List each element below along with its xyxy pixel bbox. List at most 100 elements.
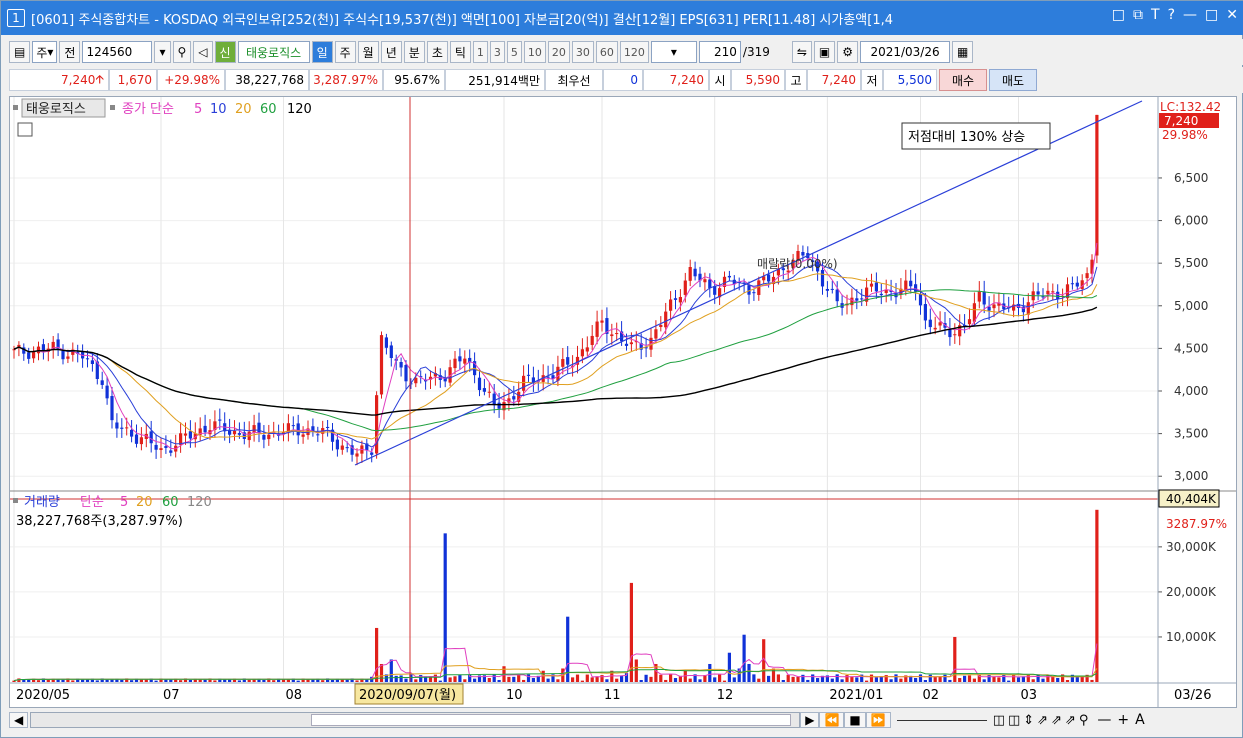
period-month[interactable]: 월 — [357, 41, 379, 63]
total-count: /319 — [742, 45, 770, 59]
chart-svg[interactable]: 3,000 3,500 4,000 4,500 5,000 5,500 6,000 6,500… — [10, 97, 1236, 707]
close-icon[interactable]: ✕ — [1226, 7, 1238, 23]
candle-body — [110, 396, 114, 421]
volume-bar — [644, 674, 648, 682]
candle-body — [326, 426, 330, 428]
candle-body — [296, 423, 300, 436]
dropdown-icon[interactable]: ▾ — [154, 41, 171, 63]
quote-bar: 7,240 🡩 1,670 +29.98% 38,227,768 3,287.97… — [1, 67, 1243, 93]
mode-select[interactable]: 주 ▾ — [32, 41, 58, 63]
maximize-icon[interactable]: □ — [1205, 7, 1218, 23]
interval-10[interactable]: 10 — [523, 41, 546, 63]
count-input[interactable]: 210 — [698, 41, 741, 63]
volume-bar — [164, 679, 168, 682]
candle-body — [203, 425, 207, 433]
prev-button[interactable]: 전 — [59, 41, 81, 63]
tool-icons[interactable]: ◫◫⇕⇗⇗⇗⚲ — [993, 713, 1092, 728]
scroll-thumb[interactable] — [311, 714, 792, 726]
candle-body — [1026, 302, 1030, 315]
rewind-icon[interactable]: ⏪ — [819, 712, 845, 728]
period-tick[interactable]: 틱 — [449, 41, 471, 63]
volume-bar — [580, 680, 584, 682]
volume-bar — [673, 678, 678, 682]
chart-window: 1 [0601] 주식종합차트 - KOSDAQ 외국인보유[252(천)] 주… — [0, 0, 1243, 738]
compare-icon[interactable]: ⇋ — [791, 41, 812, 63]
help-icon[interactable]: ? — [1168, 7, 1175, 23]
screen-icon[interactable]: ▤ — [9, 41, 31, 63]
minimize-icon[interactable]: — — [1183, 7, 1197, 23]
period-day[interactable]: 일 — [311, 41, 333, 63]
period-minute[interactable]: 분 — [403, 41, 425, 63]
candle-body — [335, 439, 339, 450]
zoom-in-icon[interactable]: + — [1117, 712, 1129, 728]
volume-value: 38,227,768 — [225, 69, 309, 91]
gear-icon[interactable]: ⚙ — [837, 41, 859, 63]
candle-body — [267, 434, 271, 440]
zoom-out-icon[interactable]: — — [1097, 712, 1111, 728]
chart-area[interactable]: 3,000 3,500 4,000 4,500 5,000 5,500 6,000 6,500… — [9, 96, 1237, 708]
font-size-icon[interactable]: A — [1135, 712, 1145, 728]
volume-bar — [188, 679, 192, 682]
period-week[interactable]: 주 — [334, 41, 356, 63]
interval-1[interactable]: 1 — [472, 41, 488, 63]
calendar-icon[interactable]: ▦ — [952, 41, 974, 63]
date-input[interactable]: 2021/03/26 — [860, 41, 951, 63]
candle-body — [664, 311, 668, 328]
font-icon[interactable]: T — [1151, 7, 1160, 23]
volume-bar — [379, 663, 384, 682]
volume-bar — [473, 678, 477, 682]
volume-bar — [767, 675, 771, 682]
zoom-slider[interactable] — [896, 719, 987, 721]
price-tick-label: 5,000 — [1174, 299, 1208, 313]
period-year[interactable]: 년 — [380, 41, 402, 63]
search-icon[interactable]: ⚲ — [172, 41, 192, 63]
candle-body — [139, 437, 143, 445]
candle-body — [566, 357, 570, 365]
end-date: 03/26 — [1174, 688, 1211, 703]
title-icons: □ ⧉ T ? — □ ✕ — [1112, 7, 1238, 23]
interval-120[interactable]: 120 — [619, 41, 649, 63]
period-second[interactable]: 초 — [426, 41, 448, 63]
horizontal-scrollbar[interactable] — [30, 712, 801, 728]
candle-body — [487, 391, 491, 393]
link-icon[interactable]: ⧉ — [1133, 7, 1143, 23]
volume-bar — [869, 674, 874, 682]
stop-icon[interactable]: ■ — [844, 712, 866, 728]
legend-ma60: 60 — [260, 102, 277, 117]
code-input[interactable]: 124560 — [82, 41, 153, 63]
moving-averages — [13, 242, 1098, 453]
interval-20[interactable]: 20 — [547, 41, 570, 63]
price-tick-label: 6,000 — [1174, 214, 1208, 228]
volume-bar — [130, 680, 134, 682]
save-icon[interactable]: ▣ — [813, 41, 836, 63]
volume-bar — [1026, 675, 1030, 682]
candle-body — [262, 434, 266, 440]
custom-interval[interactable]: ▾ — [650, 41, 697, 63]
interval-3[interactable]: 3 — [489, 41, 505, 63]
candle-body — [188, 431, 192, 439]
buy-button[interactable]: 매수 — [939, 69, 987, 91]
volume-bar — [507, 676, 511, 682]
sell-button[interactable]: 매도 — [989, 69, 1037, 91]
restore-icon[interactable]: □ — [1112, 7, 1125, 23]
candle-body — [1056, 291, 1060, 300]
scroll-right-icon[interactable]: ▶ — [800, 712, 820, 728]
candle-body — [169, 450, 173, 453]
candle-body — [982, 291, 986, 305]
speaker-icon[interactable]: ◁ — [193, 41, 213, 63]
date-tick-label: 08 — [286, 688, 303, 703]
trend-line[interactable] — [354, 100, 1143, 466]
interval-5[interactable]: 5 — [506, 41, 522, 63]
legend-vol-simple: 단순 — [80, 495, 104, 510]
scroll-left-icon[interactable]: ◀ — [9, 712, 29, 728]
volume-ma-5 — [13, 643, 1098, 682]
volume-bar — [321, 680, 325, 682]
interval-60[interactable]: 60 — [595, 41, 618, 63]
volume-bar — [95, 680, 99, 682]
stock-name[interactable]: 태웅로직스 — [237, 41, 310, 63]
candle-body — [590, 335, 594, 345]
interval-30[interactable]: 30 — [571, 41, 594, 63]
forward-icon[interactable]: ⏩ — [865, 712, 891, 728]
table-icon[interactable] — [17, 122, 33, 137]
candle-body — [923, 304, 927, 321]
